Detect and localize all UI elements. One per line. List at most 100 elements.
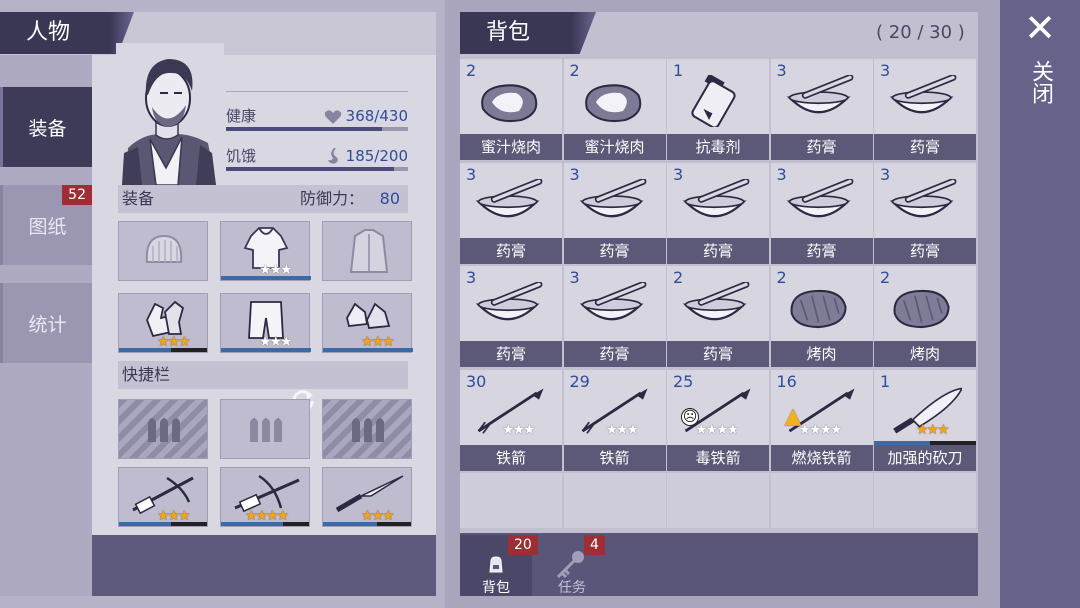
quickbar-slot-5[interactable]: ★★★★: [220, 467, 310, 527]
bag-item-name: 药膏: [563, 237, 666, 264]
character-portrait: [116, 43, 224, 185]
key-icon: [556, 551, 584, 579]
quickbar-4-durability-missing: [171, 522, 207, 526]
quickbar-6-durability: [323, 522, 379, 526]
quickbar-slot-1[interactable]: [118, 399, 208, 459]
equip-slot-outer[interactable]: [322, 221, 412, 281]
bag-item-name: 药膏: [667, 341, 769, 367]
bag-empty-slot[interactable]: [874, 473, 976, 528]
mortar-pestle-icon: [682, 178, 750, 217]
close-icon[interactable]: ✕: [1022, 9, 1058, 47]
bag-empty-slot[interactable]: [770, 473, 873, 528]
bag-item[interactable]: 3 药膏: [667, 162, 769, 264]
mortar-pestle-icon: [682, 282, 750, 321]
bag-item-name: 药膏: [770, 134, 873, 160]
bag-item[interactable]: 1 抗毒剂: [667, 59, 769, 160]
bag-item[interactable]: 2 蜜汁烧肉: [460, 59, 562, 160]
tab-statistics[interactable]: 统计: [0, 283, 92, 363]
backpack-tab-badge: 20: [508, 535, 538, 555]
bag-empty-slot[interactable]: [563, 473, 666, 528]
mortar-pestle-icon: [579, 178, 646, 217]
quickbar-slot-6[interactable]: ★★★: [322, 467, 412, 527]
torso-durability-bar: [221, 276, 311, 280]
feet-durability-bar: [323, 348, 413, 352]
bag-item-name: 燃烧铁箭: [770, 444, 873, 471]
tab-equipment-label: 装备: [28, 117, 67, 140]
bag-item[interactable]: 3 药膏: [563, 266, 666, 367]
defense-label: 防御力：: [299, 189, 364, 208]
bag-item[interactable]: 29 ★★★ 铁箭: [563, 369, 666, 471]
bag-item-name: 铁箭: [460, 444, 562, 471]
bag-item-name: 毒铁箭: [667, 444, 769, 471]
backpack-title: 背包: [460, 12, 596, 54]
heart-icon: [324, 110, 342, 124]
tab-equipment[interactable]: 装备: [0, 87, 92, 167]
bag-item[interactable]: 3 药膏: [874, 162, 976, 264]
bag-empty-slot[interactable]: [667, 473, 769, 528]
tab-backpack[interactable]: 20 背包: [460, 535, 538, 596]
bag-item-name: 药膏: [563, 341, 666, 367]
hunger-bar: [226, 167, 408, 171]
quickbar-6-durability-missing: [377, 522, 411, 526]
bag-item[interactable]: 3 药膏: [874, 59, 976, 160]
health-value: 368/430: [345, 107, 408, 125]
hands-durability-bar: [119, 348, 173, 352]
bag-item-stars: ★★★: [916, 421, 950, 438]
roast-meat-icon: [893, 289, 950, 329]
bag-item-name: 药膏: [460, 341, 562, 367]
equip-slot-hands[interactable]: ★★★: [118, 293, 208, 353]
equip-slot-torso[interactable]: ★★★: [220, 221, 311, 281]
mortar-pestle-icon: [889, 75, 957, 114]
tab-blueprints-label: 图纸: [28, 215, 67, 238]
character-side-tabs: 装备 图纸 52 统计: [0, 55, 92, 596]
bag-item-stars: ★★★★: [695, 421, 739, 438]
mortar-pestle-icon: [579, 282, 646, 321]
sneakers-icon: [346, 302, 391, 329]
equipment-section-header: 装备 防御力： 80: [118, 185, 408, 213]
character-title: 人物: [0, 12, 134, 54]
bag-item[interactable]: 2 药膏: [667, 266, 769, 367]
tab-quests[interactable]: 4 任务: [536, 535, 608, 596]
tab-blueprints[interactable]: 图纸 52: [0, 185, 92, 265]
bag-item[interactable]: 3 药膏: [770, 59, 873, 160]
backpack-footer: 20 背包 4 任务: [460, 533, 978, 596]
bag-item-stars: ★★★: [605, 421, 640, 438]
quickbar-slot-3[interactable]: [322, 399, 412, 459]
quickbar-header: 快捷栏: [118, 361, 408, 389]
equip-slot-legs[interactable]: ★★★: [220, 293, 311, 353]
bag-item[interactable]: 2 蜜汁烧肉: [563, 59, 666, 160]
mortar-pestle-icon: [786, 75, 853, 114]
bag-item[interactable]: 3 药膏: [460, 266, 562, 367]
bag-item[interactable]: 2 烤肉: [874, 266, 976, 367]
bag-item-name: 加强的砍刀: [874, 444, 976, 471]
tab-statistics-label: 统计: [28, 313, 67, 336]
close-label[interactable]: 关闭: [1026, 60, 1054, 104]
ammo-icon: [148, 418, 180, 442]
stats-divider: [226, 91, 408, 92]
equipment-section-label: 装备: [122, 189, 155, 208]
equip-slot-feet[interactable]: ★★★: [322, 293, 413, 353]
jacket-icon: [349, 229, 389, 273]
bag-empty-slot[interactable]: [460, 473, 562, 528]
honey-meat-icon: [481, 84, 538, 123]
bag-item-name: 药膏: [874, 237, 976, 264]
hunger-bar-fill: [226, 167, 395, 171]
quickbar-slot-4[interactable]: ★★★: [118, 467, 208, 527]
equip-slot-head[interactable]: [118, 221, 208, 281]
stomach-icon: [328, 148, 338, 164]
hunger-value: 185/200: [345, 147, 408, 165]
bag-item[interactable]: 3 药膏: [460, 162, 562, 264]
ammo-icon: [352, 418, 384, 442]
bag-item-stars: ★★★: [502, 421, 536, 438]
bag-item[interactable]: 2 烤肉: [770, 266, 873, 367]
legs-durability-bar: [221, 348, 311, 352]
bag-item[interactable]: 30 ★★★ 铁箭: [460, 369, 562, 471]
bag-item[interactable]: 3 药膏: [563, 162, 666, 264]
quickbar-slot-2[interactable]: [220, 399, 310, 459]
bag-item[interactable]: 1 ★★★ 加强的砍刀: [874, 369, 976, 471]
hunger-label: 饥饿: [226, 147, 257, 165]
bag-item[interactable]: 3 药膏: [770, 162, 873, 264]
antidote-vial-icon: [691, 75, 736, 127]
bag-item[interactable]: 16 ▲ ★★★★ 燃烧铁箭: [770, 369, 873, 471]
bag-item[interactable]: 25 ☹ ★★★★ 毒铁箭: [667, 369, 769, 471]
